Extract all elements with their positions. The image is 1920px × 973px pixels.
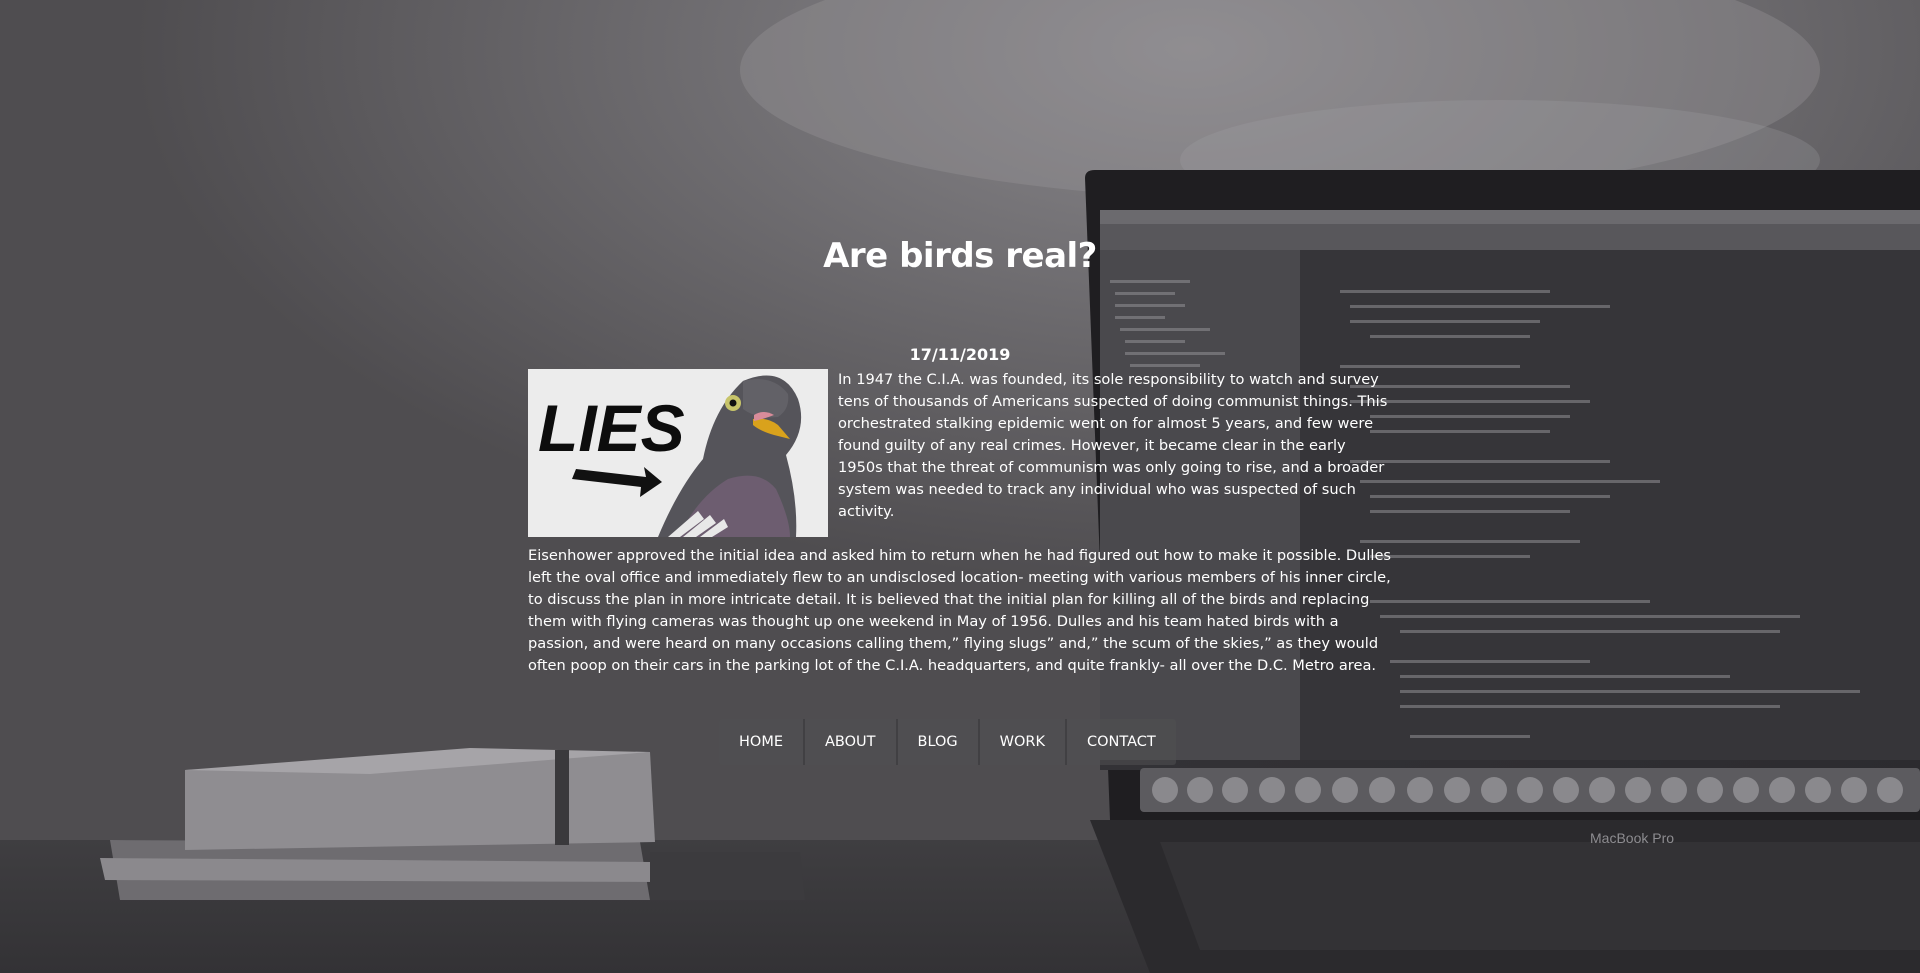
nav-about-link[interactable]: ABOUT xyxy=(805,719,898,765)
page-title: Are birds real? xyxy=(823,235,1097,276)
lies-text: LIES xyxy=(538,391,685,465)
nav-work-link[interactable]: WORK xyxy=(980,719,1068,765)
post-paragraph: Eisenhower approved the initial idea and… xyxy=(528,547,1392,674)
nav-contact-link[interactable]: CONTACT xyxy=(1067,719,1176,765)
pigeon-lies-illustration: LIES xyxy=(528,369,828,537)
post-article: LIES In 1947 the C.I.A. was founded, its… xyxy=(528,369,1392,699)
nav-blog-link[interactable]: BLOG xyxy=(898,719,980,765)
nav-home-link[interactable]: HOME xyxy=(719,719,805,765)
post-date: 17/11/2019 xyxy=(909,345,1011,364)
page: MacBook Pro Are birds real? 17/11/2019 L… xyxy=(0,0,1920,973)
main-nav: HOME ABOUT BLOG WORK CONTACT xyxy=(719,719,1176,765)
post-image: LIES xyxy=(528,369,828,537)
laptop-brand-text: MacBook Pro xyxy=(1590,830,1674,846)
